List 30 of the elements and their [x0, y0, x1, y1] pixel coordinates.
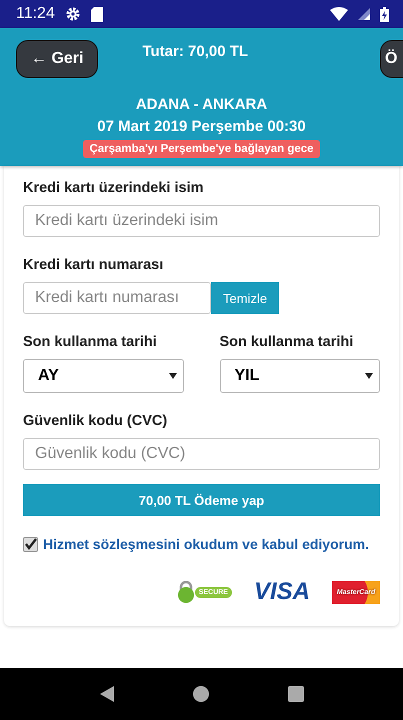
next-button[interactable]: Ö: [380, 40, 403, 78]
checkbox[interactable]: [23, 536, 38, 552]
field-label: Son kullanma tarihi: [23, 334, 158, 350]
trip-date: 07 Mart 2019 Perşembe 00:30: [97, 118, 306, 135]
route: ADANA - ANKARA: [136, 96, 268, 113]
cvc-field[interactable]: Güvenlik kodu (CVC): [23, 438, 380, 470]
battery-icon: [380, 6, 389, 22]
agreement-text[interactable]: Hizmet sözleşmesini okudum ve kabul ediyorum.: [43, 536, 369, 552]
clock: 11:24: [16, 5, 55, 23]
caret-icon: [168, 373, 176, 379]
night-note: Çarşamba'yı Perşembe'ye bağlayan gece: [83, 140, 320, 158]
field-label: Kredi kartı numarası: [23, 257, 164, 273]
field-label: Kredi kartı üzerindeki isim: [23, 180, 205, 196]
recents-icon[interactable]: [288, 686, 304, 702]
caret-icon: [365, 373, 373, 379]
dropdown[interactable]: AY: [23, 359, 184, 393]
home-icon[interactable]: [192, 686, 208, 702]
settings-icon: [64, 6, 81, 22]
signal-icon: [358, 8, 370, 20]
back-button[interactable]: ← Geri: [16, 40, 98, 78]
total-amount: Tutar: 70,00 TL: [142, 42, 248, 60]
wifi-icon: [330, 7, 348, 21]
dropdown[interactable]: YIL: [220, 359, 380, 393]
field-label: Güvenlik kodu (CVC): [23, 413, 168, 429]
name-field[interactable]: Kredi kartı üzerindeki isim: [23, 205, 380, 237]
sd-card-icon: [90, 6, 103, 22]
back-icon[interactable]: [100, 686, 114, 702]
visa-logo: VISA: [254, 578, 310, 606]
card-number-field[interactable]: Kredi kartı numarası: [23, 282, 211, 314]
field-label: Son kullanma tarihi: [220, 334, 354, 350]
